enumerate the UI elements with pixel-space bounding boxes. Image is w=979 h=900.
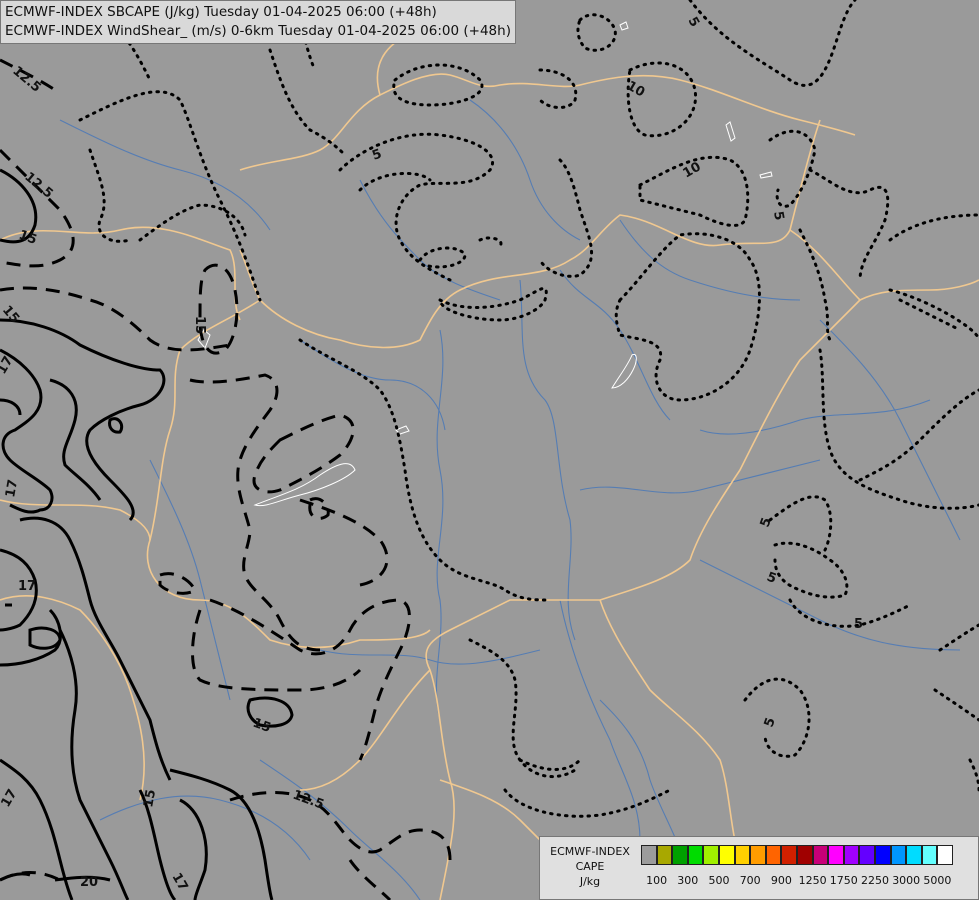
legend-source: ECMWF-INDEX — [550, 845, 630, 858]
legend-swatch — [765, 845, 782, 865]
legend-swatch — [718, 845, 735, 865]
contour-label: 5 — [854, 617, 863, 632]
legend-swatch — [750, 845, 766, 865]
legend-ticks: 100 300 500 700 900 1250 1750 2250 3000 5000 — [641, 874, 971, 890]
contour-label: 20 — [80, 875, 98, 890]
legend-swatch — [859, 845, 875, 865]
legend-tick-label: 1250 — [798, 874, 827, 887]
legend-swatch — [641, 845, 657, 865]
legend-swatch — [843, 845, 860, 865]
legend-tick-label: 900 — [770, 874, 792, 887]
legend-variable: CAPE — [575, 860, 605, 873]
contour-label: 15 — [141, 788, 159, 808]
contour-label: 17 — [3, 478, 21, 498]
legend-swatch — [781, 845, 797, 865]
legend-swatch — [812, 845, 829, 865]
legend-swatch — [828, 845, 844, 865]
legend-tick-label: 3000 — [892, 874, 921, 887]
legend-swatch — [687, 845, 704, 865]
legend-tick-label: 300 — [677, 874, 699, 887]
legend-swatch — [703, 845, 719, 865]
legend-swatch — [937, 845, 953, 865]
legend-swatch — [796, 845, 813, 865]
legend-swatch — [734, 845, 751, 865]
contour-label: 17 — [18, 579, 36, 594]
legend-tick-label: 1750 — [829, 874, 858, 887]
legend-tick-label: 700 — [739, 874, 761, 887]
legend-swatch — [672, 845, 688, 865]
legend-tick-label: 5000 — [923, 874, 952, 887]
weather-map: 5 10 10 5 5 5 5 5 5 12.5 12.5 15 15 17 1… — [0, 0, 979, 900]
legend-label: ECMWF-INDEX CAPE J/kg — [544, 844, 636, 889]
legend-tick-label: 500 — [708, 874, 730, 887]
legend-swatch — [656, 845, 673, 865]
legend-tick-label: 2250 — [861, 874, 889, 887]
contour-label: 15 — [192, 316, 207, 334]
legend-unit: J/kg — [579, 875, 601, 888]
legend-color-scale — [641, 845, 953, 865]
title-line-windshear: ECMWF-INDEX WindShear_ (m/s) 0-6km Tuesd… — [5, 23, 511, 39]
legend-tick-label: 100 — [646, 874, 668, 887]
cape-legend: ECMWF-INDEX CAPE J/kg 100 300 500 700 900 125… — [539, 836, 979, 900]
legend-swatch — [890, 845, 907, 865]
title-line-cape: ECMWF-INDEX SBCAPE (J/kg) Tuesday 01-04-… — [5, 4, 437, 20]
map-title: ECMWF-INDEX SBCAPE (J/kg) Tuesday 01-04-… — [0, 0, 516, 44]
legend-swatch — [874, 845, 891, 865]
legend-swatch — [921, 845, 938, 865]
legend-swatch — [906, 845, 922, 865]
